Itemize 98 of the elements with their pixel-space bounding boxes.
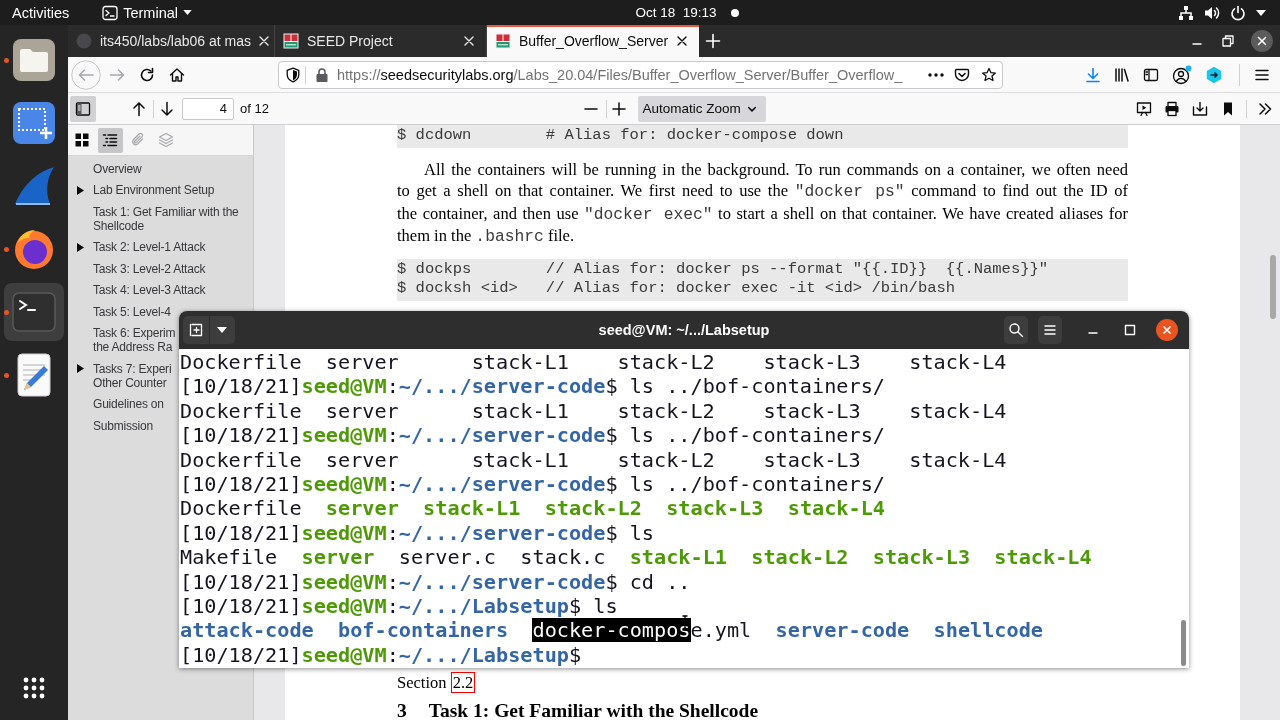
search-button[interactable]: [1004, 316, 1028, 344]
hexagon-icon[interactable]: [1205, 65, 1223, 84]
caret-icon[interactable]: [1256, 9, 1266, 16]
dropdown-button[interactable]: [209, 316, 235, 344]
caret-icon[interactable]: [77, 364, 84, 374]
volume-icon[interactable]: [1204, 4, 1220, 21]
power-icon[interactable]: [1230, 4, 1246, 21]
terminal-line: [10/18/21]seed@VM:~/.../Labsetup$: [180, 642, 582, 668]
terminal-line: Dockerfile server stack-L1 stack-L2 stack-L3 stack-L4: [180, 447, 1007, 472]
activities-button[interactable]: Activities: [0, 0, 82, 25]
scrollbar-thumb[interactable]: [1181, 620, 1186, 666]
terminal-line: Dockerfile server stack-L1 stack-L2 stack-L3 stack-L4: [180, 496, 885, 521]
outline-item[interactable]: Lab Environment Setup: [93, 183, 215, 198]
terminal-line: Makefile server server.c stack.c stack-L1 stack-L2 stack-L3 stack-L4: [180, 545, 1092, 570]
menu-icon: [1042, 322, 1058, 338]
code-block: $ dockps // Alias for: docker ps --format "{{.ID}} {{.Names}}" $ docksh <id> // Alias for: docker exec -it <id> /bin/bash: [397, 259, 1128, 302]
menu-button[interactable]: [1038, 316, 1062, 344]
terminal-line: [10/18/21]seed@VM:~/.../server-code$ ls: [180, 520, 655, 546]
sidebar-icon: [75, 100, 91, 117]
caret-icon[interactable]: [77, 185, 84, 195]
blocks-icon: [495, 33, 511, 49]
terminal-icon: [102, 4, 119, 21]
view-button[interactable]: [97, 127, 123, 153]
double-chevron-icon[interactable]: [1257, 100, 1273, 117]
plus-icon[interactable]: [610, 100, 627, 117]
paragraph: Section 2.2: [397, 674, 477, 692]
search-icon: [1008, 322, 1024, 338]
flame-globe-icon: [12, 227, 56, 271]
restore-icon[interactable]: [1220, 33, 1236, 49]
outline-item[interactable]: Submission: [93, 418, 154, 433]
outline-item[interactable]: Guidelines on: [93, 397, 164, 412]
shield-icon[interactable]: [285, 66, 301, 83]
download-icon[interactable]: [1085, 66, 1101, 83]
paragraph: All the containers will be running in the background. To run commands on a container, we often need to get a shell on that container. We first need to use the "docker ps" command to find out the ID of the container, and then use "docker exec" to start a shell on that container. We have created aliases for them in the .bashrc file.: [397, 159, 1128, 248]
outline-item[interactable]: Tasks 7: Experi Other Counter: [93, 361, 172, 390]
window-title: seed@VM: ~/.../Labsetup: [598, 322, 770, 338]
blocks-icon: [283, 33, 299, 49]
fin-icon: [12, 164, 56, 208]
section-number: 3: [397, 700, 407, 720]
outline-item[interactable]: Task 5: Level-4: [93, 304, 171, 319]
caret-icon: [183, 10, 192, 15]
more-icon[interactable]: [928, 72, 944, 77]
terminal-line: attack-code bof-containers docker-compose.yml server-code shellcode: [180, 618, 1043, 643]
arrow-down-icon[interactable]: [159, 100, 175, 117]
outline-item[interactable]: Task 2: Level-1 Attack: [93, 240, 206, 255]
close-icon[interactable]: [1251, 30, 1273, 52]
presentation-icon[interactable]: [1136, 100, 1152, 117]
account-icon[interactable]: [1172, 64, 1192, 85]
home-icon[interactable]: [169, 66, 185, 83]
circle-icon: [76, 33, 92, 49]
save-icon[interactable]: [1192, 100, 1208, 117]
library-icon[interactable]: [1114, 66, 1130, 83]
outline-item[interactable]: Overview: [93, 161, 142, 176]
terminal-line: [10/18/21]seed@VM:~/.../server-code$ ls ../bof-containers/: [180, 471, 885, 497]
star-icon[interactable]: [981, 66, 997, 83]
new-tab-button[interactable]: [183, 316, 209, 344]
outline-item[interactable]: Task 4: Level-3 Attack: [93, 283, 206, 298]
thumbnails-icon: [74, 132, 90, 148]
lock-icon: [314, 66, 330, 83]
grid-icon[interactable]: [23, 677, 45, 699]
terminal-line: Dockerfile server stack-L1 stack-L2 stack-L3 stack-L4: [180, 398, 1007, 424]
layers-icon: [158, 132, 174, 148]
terminal-line: [10/18/21]seed@VM:~/.../server-code$ cd ..: [180, 569, 691, 594]
sidebar-toggle-button[interactable]: [70, 95, 96, 122]
scrollbar-thumb[interactable]: [1270, 255, 1276, 319]
folder-icon: [12, 38, 56, 82]
url-field[interactable]: https://seedsecuritylabs.org/Labs_20.04/Files/Buffer_Overflow_Server/Buffer_Overflow_: [278, 60, 1003, 89]
caret-icon[interactable]: [77, 242, 84, 252]
caret-icon: [217, 327, 228, 333]
dotted-rectangle-icon: [12, 101, 56, 145]
browser-tab[interactable]: Buffer_Overflow_Server: [487, 25, 699, 57]
paperclip-icon: [130, 132, 146, 148]
pocket-icon[interactable]: [954, 66, 970, 83]
maximize-icon[interactable]: [1122, 322, 1138, 338]
section-heading: Task 1: Get Familiar with the Shellcode: [428, 700, 759, 720]
zoom-select[interactable]: Automatic Zoom: [637, 95, 766, 122]
page-count: of 12: [240, 101, 269, 116]
print-icon[interactable]: [1164, 100, 1180, 117]
terminal-line: [10/18/21]seed@VM:~/.../Labsetup$ ls: [180, 593, 618, 619]
app-menu-button[interactable]: Terminal: [99, 0, 195, 25]
network-icon[interactable]: [1178, 4, 1194, 21]
clock[interactable]: Oct 18 19:13: [629, 0, 723, 25]
list-icon: [102, 132, 118, 148]
outline-item[interactable]: Task 1: Get Familiar with the Shellcode: [93, 204, 239, 233]
terminal-line: [10/18/21]seed@VM:~/.../server-code$ ls ../bof-containers/: [180, 374, 885, 399]
close-icon[interactable]: [1156, 319, 1178, 341]
outline-item[interactable]: Task 6: Experim the Address Ra: [93, 326, 176, 355]
code-block: $ dcdown # Alias for: docker-compose down: [397, 125, 1128, 148]
arrow-up-icon[interactable]: [131, 100, 147, 117]
terminal-icon: [12, 290, 56, 334]
plus-box-icon: [187, 322, 204, 338]
page-number-field[interactable]: 4: [182, 97, 234, 120]
link[interactable]: 2.2: [450, 672, 476, 694]
outline-item[interactable]: Task 3: Level-2 Attack: [93, 261, 206, 276]
sidebar-icon[interactable]: [1143, 66, 1159, 83]
reload-icon[interactable]: [139, 66, 155, 83]
terminal-line: [10/18/21]seed@VM:~/.../server-code$ ls ../bof-containers/: [180, 423, 885, 448]
terminal-line: Dockerfile server stack-L1 stack-L2 stack-L3 stack-L4: [180, 350, 1007, 375]
